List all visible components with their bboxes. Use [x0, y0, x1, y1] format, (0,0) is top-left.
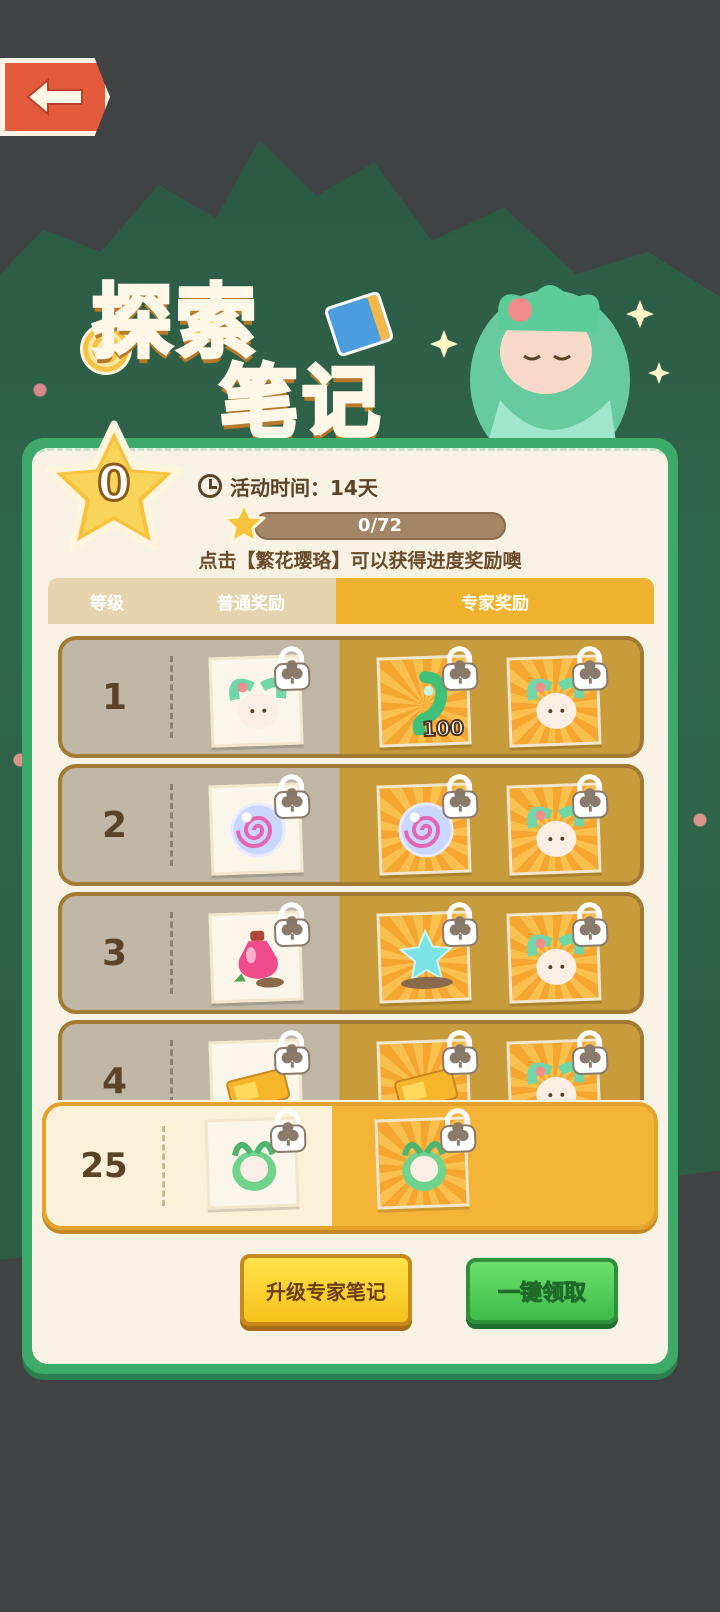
upgrade-expert-button[interactable]: 升级专家笔记	[240, 1254, 412, 1326]
lock-icon	[572, 1030, 609, 1076]
back-arrow-icon	[26, 77, 83, 117]
clock-icon	[198, 474, 222, 498]
lock-icon	[442, 774, 479, 820]
row-divider	[170, 656, 173, 738]
event-time-label: 活动时间：14天	[230, 475, 378, 500]
lock-icon	[270, 1108, 307, 1154]
expert-reward[interactable]	[506, 646, 609, 748]
normal-reward[interactable]	[208, 774, 311, 876]
lock-icon	[572, 774, 609, 820]
expert-reward[interactable]: 100	[376, 646, 479, 748]
header-expert-reward: 专家奖励	[336, 578, 654, 624]
back-button[interactable]	[0, 58, 110, 136]
lock-icon	[274, 902, 311, 948]
progress-bar: 0/72	[254, 512, 506, 540]
row-divider	[162, 1126, 165, 1206]
row-level: 2	[101, 804, 128, 846]
star-level-badge: 0	[40, 418, 188, 558]
expert-reward[interactable]	[376, 774, 479, 876]
expert-reward[interactable]	[506, 1030, 609, 1100]
expert-reward[interactable]	[376, 1030, 479, 1100]
expert-reward[interactable]	[506, 774, 609, 876]
progress-star-icon	[222, 502, 266, 544]
normal-reward[interactable]	[208, 1030, 311, 1100]
event-time: 活动时间：14天	[198, 470, 378, 502]
reward-row: 2	[58, 764, 644, 886]
row-divider	[170, 912, 173, 994]
reward-table-header: 等级 普通奖励 专家奖励	[48, 578, 654, 624]
title-line-2: 笔记	[218, 356, 385, 450]
reward-row: 3	[58, 892, 644, 1014]
lock-icon	[572, 902, 609, 948]
header-level: 等级	[48, 578, 166, 624]
final-expert-reward[interactable]	[374, 1108, 477, 1210]
final-normal-reward[interactable]	[204, 1108, 307, 1210]
lock-icon	[442, 1030, 479, 1076]
lock-icon	[442, 902, 479, 948]
progress-text: 0/72	[357, 515, 403, 536]
lock-icon	[442, 646, 479, 692]
row-level: 3	[101, 932, 128, 974]
lock-icon	[274, 1030, 311, 1076]
lock-icon	[572, 646, 609, 692]
reward-list[interactable]: 1 100 2 3 4	[40, 630, 660, 1100]
row-divider	[170, 1040, 173, 1100]
progress-hint: 点击【繁花璎珞】可以获得进度奖励噢	[198, 550, 522, 572]
star-level-value: 0	[96, 455, 132, 514]
final-reward-row: 25	[42, 1102, 658, 1230]
normal-reward[interactable]	[208, 646, 311, 748]
expert-reward[interactable]	[376, 902, 479, 1004]
reward-row: 4	[58, 1020, 644, 1100]
lock-icon	[274, 646, 311, 692]
reward-quantity: 100	[421, 715, 466, 742]
normal-reward[interactable]	[208, 902, 311, 1004]
claim-all-button[interactable]: 一键领取	[466, 1258, 618, 1324]
reward-row: 1 100	[58, 636, 644, 758]
header-normal-reward: 普通奖励	[166, 578, 336, 624]
final-row-level: 25	[80, 1146, 128, 1186]
lock-icon	[274, 774, 311, 820]
row-divider	[170, 784, 173, 866]
expert-reward[interactable]	[506, 902, 609, 1004]
row-level: 4	[101, 1060, 128, 1101]
lock-icon	[440, 1108, 477, 1154]
row-level: 1	[101, 676, 128, 718]
